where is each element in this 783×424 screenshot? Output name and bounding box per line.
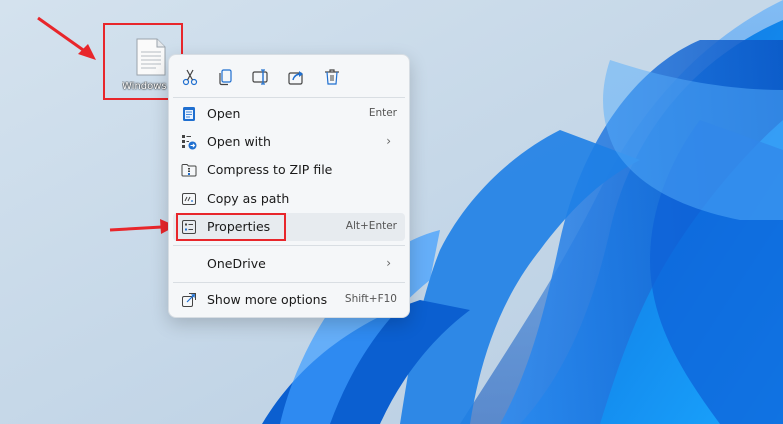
menu-item-compress-zip[interactable]: Compress to ZIP file <box>173 156 405 184</box>
open-with-icon <box>182 135 197 150</box>
menu-item-open[interactable]: Open Enter <box>173 100 405 128</box>
context-menu: Open Enter Open with › Compress to ZIP f… <box>168 54 410 318</box>
menu-item-onedrive[interactable]: OneDrive › <box>173 250 405 278</box>
menu-separator <box>173 245 405 246</box>
menu-item-label: Open <box>207 106 241 121</box>
menu-item-show-more-options[interactable]: Show more options Shift+F10 <box>173 286 405 314</box>
annotation-arrow-icon <box>37 16 96 60</box>
rename-icon <box>252 69 268 85</box>
share-button[interactable] <box>286 67 306 87</box>
menu-item-shortcut: Enter <box>368 107 397 119</box>
menu-item-label: Open with <box>207 134 271 149</box>
copy-icon <box>219 69 232 86</box>
menu-item-shortcut: Alt+Enter <box>345 220 397 232</box>
copy-button[interactable] <box>216 67 236 87</box>
desktop: Windows Open Enter Open with › Compress … <box>0 0 783 424</box>
menu-item-open-with[interactable]: Open with › <box>173 128 405 156</box>
menu-item-label: Show more options <box>207 292 328 307</box>
menu-separator <box>173 97 405 98</box>
rename-button[interactable] <box>251 67 271 87</box>
cut-button[interactable] <box>180 67 200 87</box>
menu-item-copy-as-path[interactable]: Copy as path <box>173 185 405 213</box>
delete-icon <box>325 69 339 85</box>
notepad-icon <box>183 107 195 121</box>
menu-item-label: OneDrive <box>207 256 266 271</box>
context-menu-toolbar <box>169 63 409 91</box>
chevron-right-icon: › <box>386 256 391 270</box>
cut-icon <box>182 69 198 86</box>
more-options-icon <box>182 293 196 307</box>
zip-folder-icon <box>181 164 197 177</box>
menu-separator <box>173 282 405 283</box>
chevron-right-icon: › <box>386 134 391 148</box>
delete-button[interactable] <box>322 67 342 87</box>
menu-item-label: Copy as path <box>207 191 290 206</box>
properties-highlight-box <box>176 213 286 241</box>
menu-item-label: Compress to ZIP file <box>207 162 333 177</box>
copy-path-icon <box>182 193 196 205</box>
share-icon <box>288 71 303 85</box>
menu-item-shortcut: Shift+F10 <box>344 293 397 305</box>
